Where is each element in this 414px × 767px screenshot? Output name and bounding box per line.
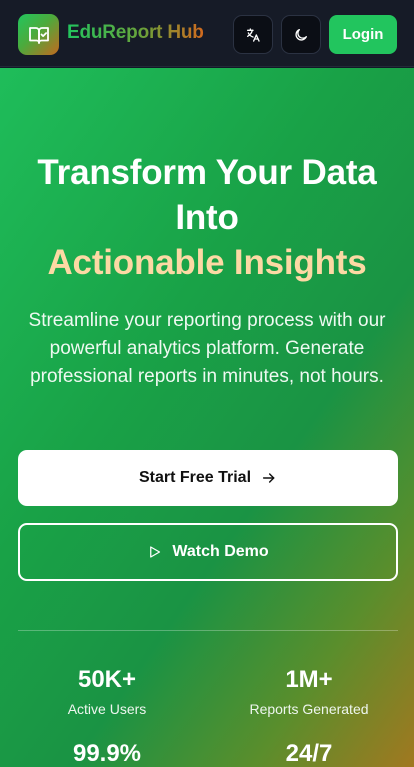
start-free-trial-label: Start Free Trial (138, 469, 252, 486)
stat-value: 24/7 (285, 740, 333, 767)
hero-title: Transform Your Data Into Actionable Insi… (0, 150, 414, 285)
hero-subtitle: Streamline your reporting process with o… (28, 310, 386, 387)
stats-divider (18, 630, 398, 631)
hero-title-line1: Transform Your Data (37, 153, 377, 192)
login-button[interactable]: Login (329, 15, 397, 54)
stat-uptime: 99.9% (12, 739, 202, 767)
moon-icon (295, 28, 307, 41)
start-free-trial-button[interactable]: Start Free Trial (18, 450, 398, 506)
stat-reports-generated: 1M+ Reports Generated (214, 665, 404, 719)
stat-label: Active Users (67, 701, 147, 717)
stat-label: Reports Generated (249, 701, 369, 717)
stat-value: 50K+ (77, 666, 137, 693)
book-check-icon (28, 26, 49, 44)
play-icon (150, 546, 161, 558)
translate-icon (247, 27, 260, 42)
stat-active-users: 50K+ Active Users (12, 665, 202, 719)
hero-title-accent: Actionable Insights (47, 243, 367, 282)
language-button[interactable] (233, 15, 273, 54)
watch-demo-button[interactable]: Watch Demo (18, 523, 398, 581)
hero-section: Transform Your Data Into Actionable Insi… (0, 68, 414, 767)
hero-title-line2: Into (175, 198, 239, 237)
logo[interactable] (18, 14, 59, 55)
theme-toggle-button[interactable] (281, 15, 321, 54)
stat-value: 99.9% (72, 740, 142, 767)
top-navbar: EduReport Hub Login (0, 0, 414, 67)
brand-name[interactable]: EduReport Hub (67, 22, 204, 44)
watch-demo-label: Watch Demo (172, 543, 269, 560)
stat-support: 24/7 (214, 739, 404, 767)
arrow-right-icon (262, 473, 275, 483)
stat-value: 1M+ (285, 666, 333, 693)
